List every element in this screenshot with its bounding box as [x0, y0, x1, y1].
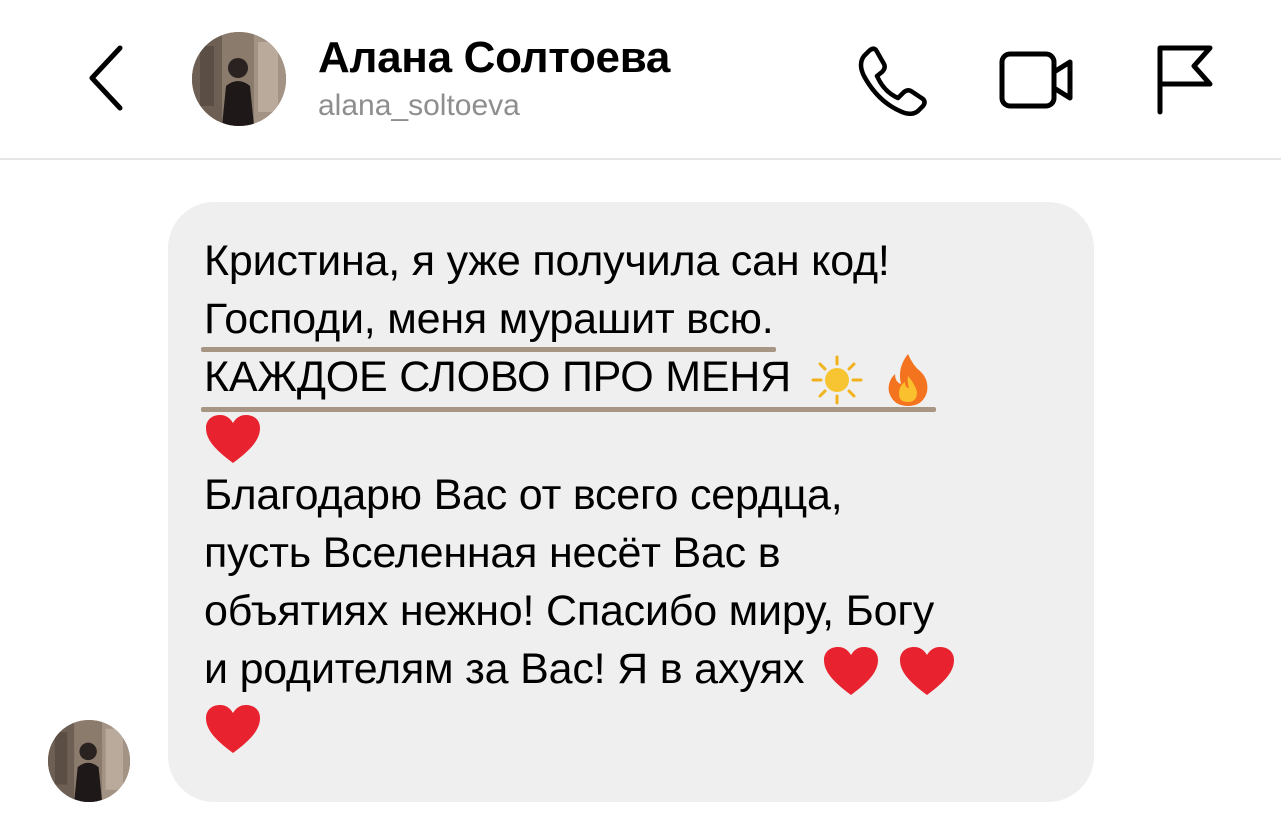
contact-name: Алана Солтоева [318, 33, 671, 82]
highlighted-text: КАЖДОЕ СЛОВО ПРО МЕНЯ [201, 348, 936, 412]
message-line: КАЖДОЕ СЛОВО ПРО МЕНЯ [201, 348, 1058, 412]
chat-screen: Алана Солтоева alana_soltoeva Кристина, … [0, 0, 1281, 832]
audio-call-button[interactable] [856, 44, 928, 116]
chat-header: Алана Солтоева alana_soltoeva [0, 0, 1281, 160]
sender-avatar[interactable] [48, 720, 130, 802]
message-text: КАЖДОЕ СЛОВО ПРО МЕНЯ [204, 353, 792, 401]
message-line: Кристина, я уже получила сан код! [204, 232, 1058, 290]
red-heart-emoji [204, 703, 262, 755]
sun-emoji [809, 355, 865, 405]
contact-handle: alana_soltoeva [318, 89, 520, 122]
message-line [204, 698, 1058, 756]
contact-avatar[interactable] [192, 32, 286, 126]
video-call-icon [999, 51, 1073, 109]
message-text: объятиях нежно! Спасибо миру, Богу [204, 586, 935, 635]
fire-emoji [883, 352, 933, 408]
message-line: пусть Вселенная несёт Вас в [204, 524, 1058, 582]
red-heart-emoji [822, 645, 880, 697]
message-bubble[interactable]: Кристина, я уже получила сан код! Господ… [168, 202, 1094, 802]
flag-icon [1157, 45, 1213, 115]
red-heart-emoji [898, 645, 956, 697]
message-text: пусть Вселенная несёт Вас в [204, 528, 781, 577]
message-line: Господи, меня мурашит всю. [200, 290, 1058, 352]
message-line: Благодарю Вас от всего сердца, [204, 466, 1058, 524]
message-line: объятиях нежно! Спасибо миру, Богу [204, 582, 1058, 640]
contact-title-block[interactable]: Алана Солтоева alana_soltoeva [318, 30, 670, 126]
avatar-photo [48, 720, 130, 802]
back-chevron-icon [89, 45, 123, 111]
highlighted-text: Господи, меня мурашит всю. [200, 290, 777, 352]
red-heart-emoji [204, 413, 262, 465]
message-line: и родителям за Вас! Я в ахуях [204, 640, 1058, 698]
message-text: и родителям за Вас! Я в ахуях [204, 644, 805, 693]
back-button[interactable] [82, 40, 132, 116]
phone-icon [858, 46, 927, 116]
message-text: Благодарю Вас от всего сердца, [204, 470, 843, 519]
avatar-photo [192, 32, 286, 126]
message-text: Господи, меня мурашит всю. [204, 295, 774, 343]
report-button[interactable] [1150, 40, 1218, 116]
video-call-button[interactable] [996, 44, 1078, 116]
message-text: Кристина, я уже получила сан код! [204, 237, 890, 285]
message-line [204, 408, 1058, 466]
